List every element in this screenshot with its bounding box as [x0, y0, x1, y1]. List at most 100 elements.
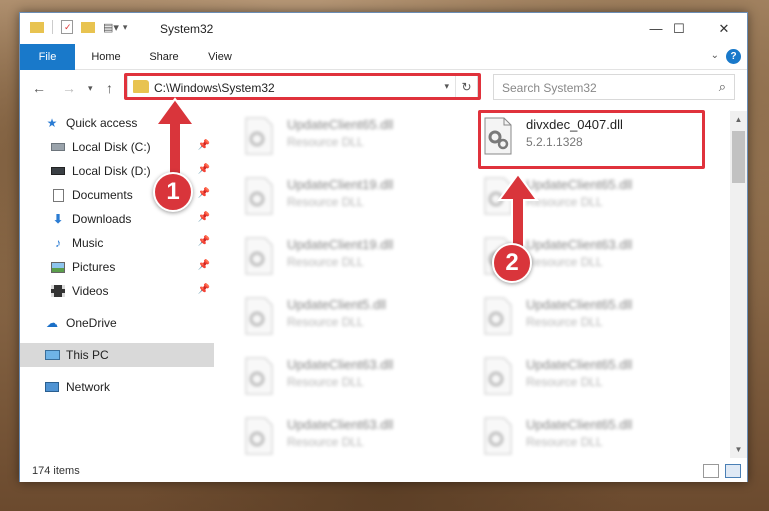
search-icon[interactable]: ⌕ — [719, 79, 726, 95]
pictures-icon — [50, 260, 66, 274]
pin-icon: 📌 — [197, 212, 210, 223]
star-icon: ★ — [46, 116, 58, 130]
dll-file-icon — [245, 417, 273, 455]
sidebar-item-downloads[interactable]: ⬇ Downloads 📌 — [20, 207, 214, 231]
file-name: UpdateClient19.dll — [287, 177, 394, 192]
quick-access-toolbar: ✓ ▤▾ ▾ — [30, 20, 127, 34]
title-bar: ✓ ▤▾ ▾ System32 — ☐ ✕ — [20, 13, 747, 44]
forward-icon[interactable]: → — [62, 80, 76, 96]
ribbon-expand-icon[interactable]: ⌄ — [711, 50, 719, 61]
file-item[interactable]: UpdateClient63.dll Resource DLL — [240, 351, 476, 409]
file-name: UpdateClient5.dll — [287, 297, 387, 312]
dll-file-icon — [484, 417, 512, 455]
back-icon[interactable]: ← — [32, 80, 46, 96]
search-input[interactable]: Search System32 ⌕ — [493, 74, 735, 100]
file-item[interactable]: UpdateClient19.dll Resource DLL — [240, 171, 476, 229]
sidebar-item-pictures[interactable]: Pictures 📌 — [20, 255, 214, 279]
search-placeholder: Search System32 — [502, 81, 597, 95]
file-description: Resource DLL — [287, 255, 364, 269]
file-item[interactable]: UpdateClient63.dll Resource DLL — [240, 411, 476, 458]
dll-file-icon — [484, 297, 512, 335]
tab-file[interactable]: File — [20, 44, 75, 70]
file-item[interactable]: UpdateClient65.dll Resource DLL — [479, 291, 715, 349]
network-icon — [44, 380, 60, 394]
properties-icon[interactable]: ✓ — [61, 20, 73, 34]
sidebar-item-label: Downloads — [72, 212, 132, 226]
tab-view[interactable]: View — [195, 44, 245, 70]
close-button[interactable]: ✕ — [701, 13, 747, 44]
file-item[interactable]: UpdateClient65.dll Resource DLL — [479, 411, 715, 458]
file-item[interactable]: UpdateClient19.dll Resource DLL — [240, 231, 476, 289]
pin-icon: 📌 — [197, 236, 210, 247]
window-title: System32 — [160, 22, 214, 36]
sidebar-item-onedrive[interactable]: ☁ OneDrive — [20, 311, 214, 335]
file-item[interactable]: UpdateClient5.dll Resource DLL — [240, 291, 476, 349]
file-name: UpdateClient19.dll — [287, 237, 394, 252]
drive-icon — [50, 164, 66, 178]
file-description: Resource DLL — [526, 315, 603, 329]
computer-icon — [44, 348, 60, 362]
tab-home[interactable]: Home — [81, 44, 131, 70]
scroll-up-icon[interactable]: ▲ — [730, 111, 747, 128]
documents-icon — [50, 188, 66, 202]
file-item[interactable]: UpdateClient65.dll Resource DLL — [240, 111, 476, 169]
folder-icon — [30, 21, 44, 33]
recent-locations-icon[interactable]: ▾ — [88, 83, 93, 94]
status-bar: 174 items — [20, 460, 747, 482]
file-name: UpdateClient65.dll — [526, 357, 633, 372]
file-description: Resource DLL — [287, 135, 364, 149]
sidebar-item-label: Local Disk (D:) — [72, 164, 151, 178]
dll-file-icon — [245, 177, 273, 215]
sidebar-item-label: Local Disk (C:) — [72, 140, 151, 154]
file-name: UpdateClient65.dll — [287, 117, 394, 132]
videos-icon — [50, 284, 66, 298]
ribbon-tabs: File Home Share View ⌄ ? — [20, 44, 747, 70]
file-name: UpdateClient65.dll — [526, 417, 633, 432]
sidebar-item-this-pc[interactable]: This PC — [20, 343, 214, 367]
details-view-icon[interactable] — [703, 464, 719, 478]
sidebar-item-label: Videos — [72, 284, 109, 298]
file-name: UpdateClient65.dll — [526, 297, 633, 312]
pin-icon: 📌 — [197, 260, 210, 271]
file-description: Resource DLL — [287, 375, 364, 389]
qat-dropdown-icon[interactable]: ▾ — [123, 22, 128, 33]
file-description: Resource DLL — [287, 315, 364, 329]
dll-file-icon — [245, 357, 273, 395]
sidebar-item-label: Documents — [72, 188, 133, 202]
file-description: Resource DLL — [526, 375, 603, 389]
item-count: 174 items — [32, 465, 80, 477]
dll-file-icon — [245, 237, 273, 275]
sidebar-item-label: Pictures — [72, 260, 116, 274]
file-name: UpdateClient63.dll — [287, 417, 394, 432]
tab-share[interactable]: Share — [139, 44, 189, 70]
music-icon: ♪ — [55, 236, 61, 250]
annotation-badge-1: 1 — [153, 172, 193, 212]
vertical-scrollbar[interactable]: ▲ ▼ — [730, 111, 747, 458]
file-description: Resource DLL — [287, 435, 364, 449]
sidebar-item-videos[interactable]: Videos 📌 — [20, 279, 214, 303]
up-icon[interactable]: ↑ — [106, 80, 113, 96]
scroll-down-icon[interactable]: ▼ — [730, 441, 747, 458]
sidebar-item-network[interactable]: Network — [20, 375, 214, 399]
file-item[interactable]: UpdateClient65.dll Resource DLL — [479, 351, 715, 409]
sidebar-item-label: Network — [66, 380, 111, 394]
sidebar-item-music[interactable]: ♪ Music 📌 — [20, 231, 214, 255]
scroll-thumb[interactable] — [732, 131, 745, 183]
maximize-button[interactable]: ☐ — [656, 13, 702, 44]
divider — [52, 20, 53, 34]
dll-file-icon — [484, 357, 512, 395]
new-folder-icon[interactable] — [81, 21, 95, 33]
cloud-icon: ☁ — [46, 316, 58, 330]
file-name: UpdateClient63.dll — [287, 357, 394, 372]
download-icon: ⬇ — [52, 212, 64, 226]
explorer-window: ✓ ▤▾ ▾ System32 — ☐ ✕ File Home Share Vi… — [19, 12, 748, 482]
dll-file-icon — [245, 297, 273, 335]
tiles-view-icon[interactable] — [725, 464, 741, 478]
file-description: Resource DLL — [526, 435, 603, 449]
file-description: Resource DLL — [287, 195, 364, 209]
pin-icon: 📌 — [197, 284, 210, 295]
sidebar-item-label: Music — [72, 236, 104, 250]
file-highlight-box — [478, 110, 705, 169]
help-icon[interactable]: ? — [726, 49, 741, 64]
customize-icon[interactable]: ▤▾ — [103, 21, 119, 34]
